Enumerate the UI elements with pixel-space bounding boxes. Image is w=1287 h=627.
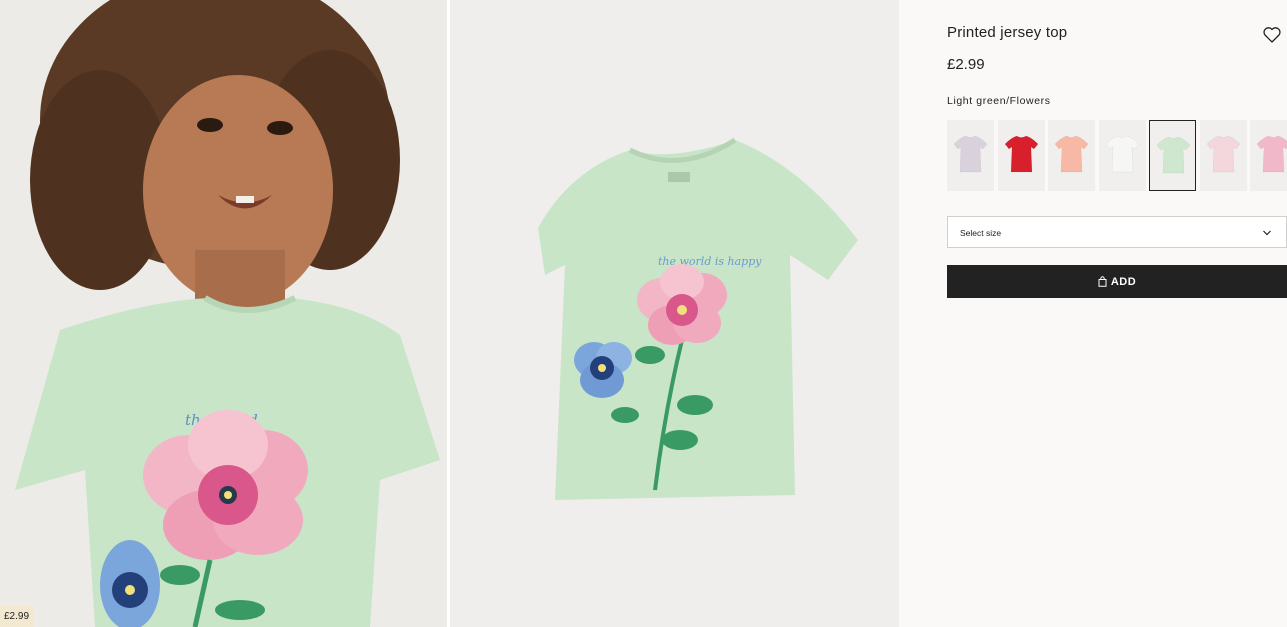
- swatch-tshirt-image: [1206, 135, 1240, 173]
- product-info-panel: Printed jersey top £2.99 Light green/Flo…: [947, 0, 1287, 627]
- size-select[interactable]: Select size: [947, 216, 1287, 248]
- swatch-tshirt-image: [953, 135, 988, 173]
- bag-icon: [1098, 276, 1107, 287]
- color-swatch-list: [947, 120, 1287, 192]
- color-swatch-lilac-print[interactable]: [947, 120, 994, 191]
- swatch-tshirt-image: [1105, 135, 1139, 173]
- heart-icon: [1263, 27, 1281, 43]
- product-image-model[interactable]: the world £2.99: [0, 0, 447, 627]
- size-select-placeholder: Select size: [960, 228, 1002, 238]
- tshirt-photo: the world is happy: [450, 0, 899, 627]
- product-price: £2.99: [947, 56, 985, 73]
- selected-color-name: Light green/Flowers: [947, 95, 1051, 107]
- color-swatch-white-love[interactable]: [1098, 120, 1146, 191]
- add-to-bag-label: ADD: [1110, 275, 1137, 288]
- color-swatch-light-pink[interactable]: [1199, 120, 1247, 191]
- model-photo: the world: [0, 0, 447, 627]
- swatch-tshirt-image: [1004, 135, 1038, 173]
- product-image-flat[interactable]: the world is happy: [450, 0, 899, 627]
- wishlist-button[interactable]: [1262, 25, 1282, 45]
- swatch-tshirt-image: [1156, 136, 1191, 174]
- add-to-bag-button[interactable]: ADD: [947, 265, 1287, 298]
- color-swatch-red[interactable]: [997, 120, 1045, 191]
- image-price-tag: £2.99: [0, 606, 34, 627]
- color-swatch-peach[interactable]: [1048, 120, 1095, 191]
- swatch-tshirt-image: [1054, 135, 1089, 173]
- color-swatch-light-green-flowers[interactable]: [1149, 120, 1196, 191]
- color-swatch-pink[interactable]: [1250, 120, 1287, 191]
- chevron-down-icon: [1263, 230, 1271, 236]
- product-title: Printed jersey top: [947, 24, 1068, 41]
- swatch-tshirt-image: [1256, 135, 1287, 173]
